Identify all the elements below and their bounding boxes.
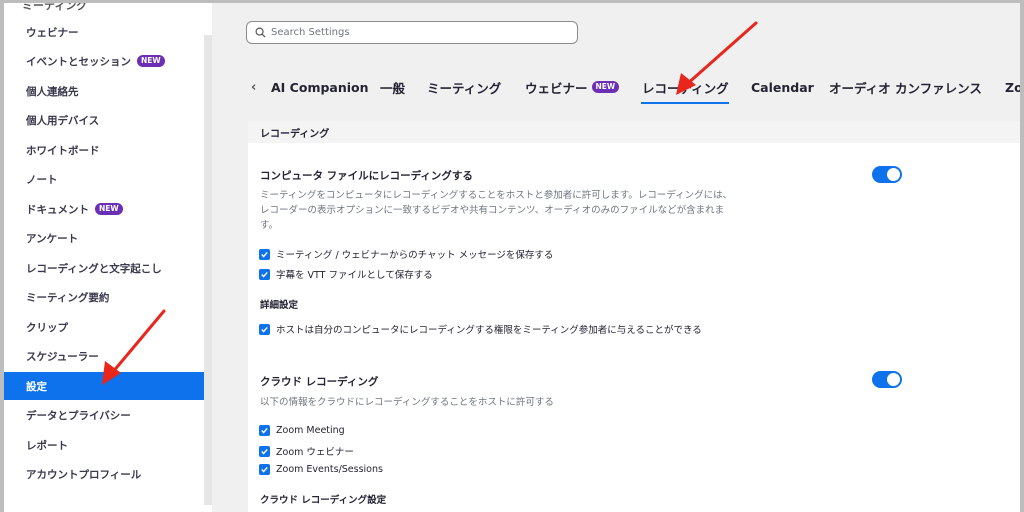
advanced-settings-title: 詳細設定 <box>260 300 299 311</box>
sidebar-item-label: レポート <box>26 439 68 452</box>
tab-scroll-left-icon[interactable]: ‹ <box>251 69 256 105</box>
tab-label: ウェビナー <box>525 80 588 96</box>
save-chat-checkbox[interactable]: ミーティング / ウェビナーからのチャット メッセージを保存する <box>259 247 553 261</box>
cloud-recording-desc: 以下の情報をクラウドにレコーディングすることをホストに許可する <box>260 397 554 408</box>
sidebar-item-personal-devices[interactable]: 個人用デバイス <box>4 106 208 134</box>
checkbox-label: Zoom Events/Sessions <box>276 464 383 475</box>
checkbox-label: 字幕を VTT ファイルとして保存する <box>276 270 433 281</box>
sidebar-item-events-sessions[interactable]: イベントとセッション NEW <box>4 47 208 75</box>
checkmark-icon <box>259 464 270 475</box>
zoom-meeting-checkbox[interactable]: Zoom Meeting <box>259 425 345 436</box>
sidebar: ミーティング ウェビナー イベントとセッション NEW 個人連絡先 個人用デバイス… <box>4 3 212 512</box>
sidebar-item-label: アカウントプロフィール <box>26 468 142 481</box>
sidebar-item-account-profile[interactable]: アカウントプロフィール <box>4 460 208 488</box>
sidebar-item-label: 個人用デバイス <box>26 114 100 127</box>
sidebar-item-label: 設定 <box>26 380 47 393</box>
settings-tabs: ‹ AI Companion 一般 ミーティング ウェビナーNEW レコーディン… <box>246 69 1020 105</box>
sidebar-item-label: ウェビナー <box>26 26 79 39</box>
desc-line: ミーティングをコンピュータにレコーディングすることをホストと参加者に許可します。… <box>260 190 733 201</box>
tab-webinar[interactable]: ウェビナー NEW <box>525 69 620 105</box>
checkbox-label: ホストは自分のコンピュータにレコーディングする権限をミーティング参加者に与えるこ… <box>276 325 702 336</box>
sidebar-item-label: アンケート <box>26 232 79 245</box>
sidebar-item-label: 個人連絡先 <box>26 85 79 98</box>
checkmark-icon <box>259 323 270 335</box>
cloud-recording-title: クラウド レコーディング <box>260 376 379 388</box>
tab-ai-companion[interactable]: AI Companion <box>271 69 369 105</box>
local-recording-desc: ミーティングをコンピュータにレコーディングすることをホストと参加者に許可します。… <box>260 188 732 233</box>
checkbox-label: Zoom ウェビナー <box>276 447 354 458</box>
desc-line: レコーダーの表示オプションに一致するビデオや共有コンテンツ、オーディオのみのファ… <box>260 205 725 216</box>
section-header: レコーディング <box>248 121 1020 143</box>
checkbox-label: ミーティング / ウェビナーからのチャット メッセージを保存する <box>276 250 554 261</box>
sidebar-item-reports[interactable]: レポート <box>4 431 208 459</box>
save-vtt-checkbox[interactable]: 字幕を VTT ファイルとして保存する <box>259 267 433 281</box>
annotation-arrow-icon <box>102 309 166 385</box>
checkmark-icon <box>259 268 270 280</box>
checkmark-icon <box>259 425 270 436</box>
zoom-events-checkbox[interactable]: Zoom Events/Sessions <box>259 464 383 475</box>
local-recording-title: コンピュータ ファイルにレコーディングする <box>260 170 473 182</box>
sidebar-item-label: ホワイトボード <box>26 144 100 157</box>
sidebar-item-recording-transcripts[interactable]: レコーディングと文字起こし <box>4 254 208 282</box>
local-recording-toggle[interactable] <box>872 166 902 183</box>
sidebar-item-label: イベントとセッション <box>26 55 131 68</box>
tab-zoom-cut[interactable]: Zo <box>1005 69 1020 105</box>
new-badge: NEW <box>137 55 165 67</box>
host-grant-permission-checkbox[interactable]: ホストは自分のコンピュータにレコーディングする権限をミーティング参加者に与えるこ… <box>259 322 702 336</box>
sidebar-item-label: データとプライバシー <box>26 409 131 422</box>
sidebar-item-label: ドキュメント <box>26 203 89 216</box>
cloud-recording-toggle[interactable] <box>872 371 902 388</box>
desc-line: す。 <box>260 220 279 231</box>
checkbox-label: Zoom Meeting <box>276 425 345 436</box>
sidebar-item-whiteboard[interactable]: ホワイトボード <box>4 136 208 164</box>
search-input[interactable]: Search Settings <box>246 21 578 44</box>
sidebar-scrollbar[interactable] <box>204 35 212 505</box>
search-placeholder: Search Settings <box>271 27 350 38</box>
new-badge: NEW <box>95 203 123 215</box>
window-frame: ミーティング ウェビナー イベントとセッション NEW 個人連絡先 個人用デバイス… <box>0 0 1024 512</box>
checkmark-icon <box>259 445 270 457</box>
sidebar-item-survey[interactable]: アンケート <box>4 224 208 252</box>
sidebar-item-notes[interactable]: ノート <box>4 165 208 193</box>
new-badge: NEW <box>591 81 620 93</box>
tab-meeting[interactable]: ミーティング <box>427 69 501 105</box>
zoom-webinar-checkbox[interactable]: Zoom ウェビナー <box>259 444 354 458</box>
sidebar-item-meeting-cut[interactable]: ミーティング <box>22 3 87 13</box>
sidebar-item-webinar[interactable]: ウェビナー <box>4 18 208 46</box>
sidebar-item-label: スケジューラー <box>26 350 99 363</box>
sidebar-item-docs[interactable]: ドキュメント NEW <box>4 195 208 223</box>
sidebar-item-personal-contacts[interactable]: 個人連絡先 <box>4 77 208 105</box>
tab-audio-conferencing[interactable]: オーディオ カンファレンス <box>829 69 982 105</box>
cloud-recording-settings-title: クラウド レコーディング設定 <box>260 495 387 506</box>
checkmark-icon <box>259 248 270 260</box>
sidebar-item-label: クリップ <box>26 321 68 334</box>
search-icon <box>255 27 266 38</box>
sidebar-item-label: ノート <box>26 173 58 186</box>
tab-general[interactable]: 一般 <box>380 69 405 105</box>
annotation-arrow-icon <box>676 21 758 95</box>
sidebar-item-data-privacy[interactable]: データとプライバシー <box>4 401 208 429</box>
sidebar-item-label: レコーディングと文字起こし <box>26 262 162 275</box>
